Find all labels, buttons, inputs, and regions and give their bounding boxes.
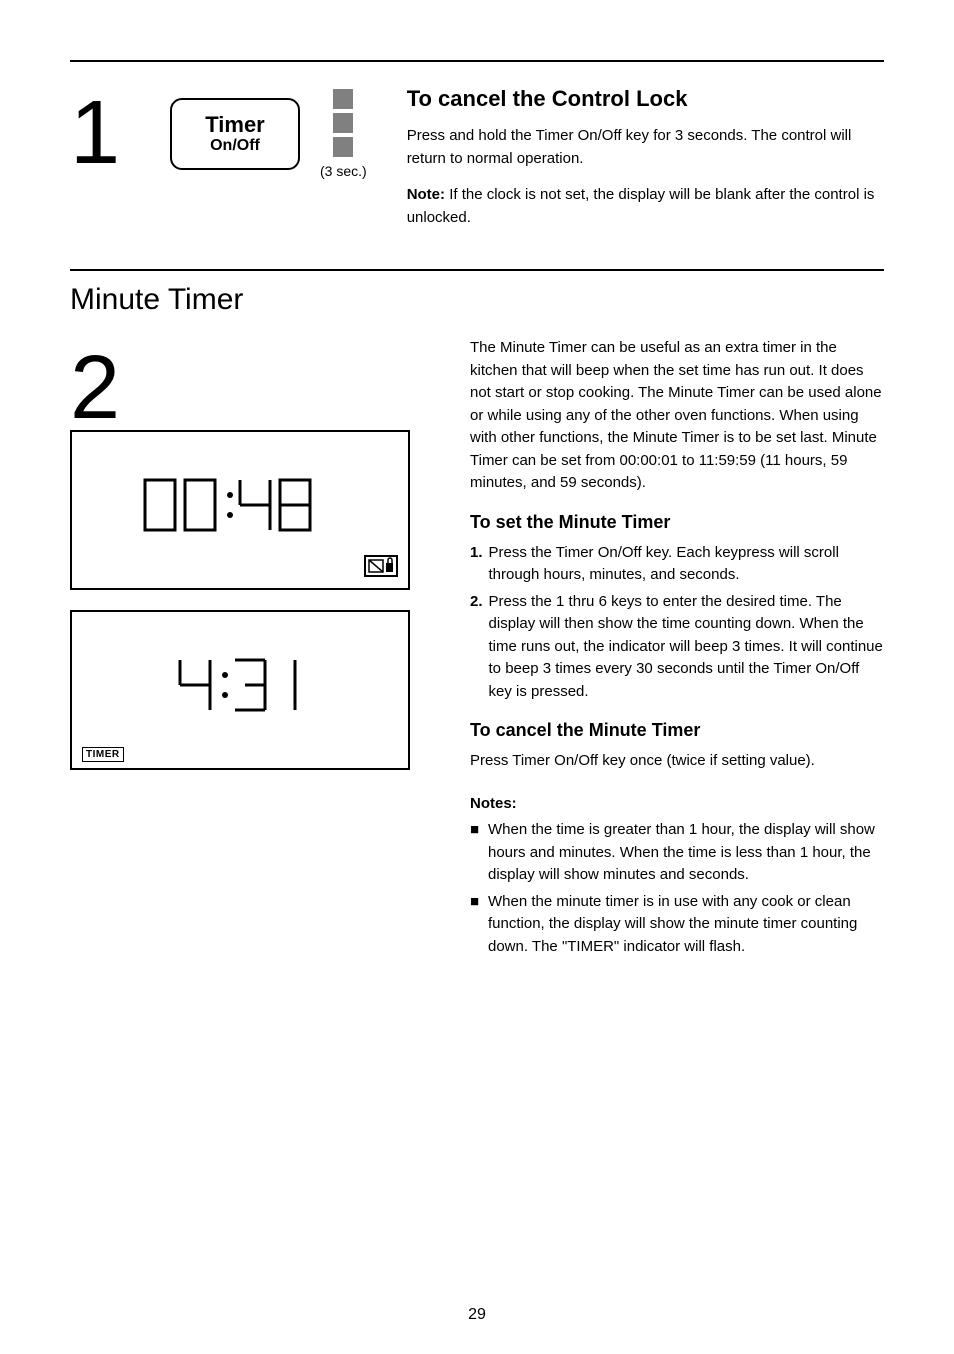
lcd-column: 2 [70,337,430,770]
step-number-1: 1 [70,82,150,185]
note-label: Note: [407,186,445,203]
section-minute-timer: 2 [70,337,884,958]
three-sec-label: (3 sec.) [320,163,367,179]
cancel-timer-body: Press Timer On/Off key once (twice if se… [470,750,884,773]
timer-onoff-button[interactable]: Timer On/Off [170,98,300,170]
divider-top [70,60,884,62]
cancel-lock-text: To cancel the Control Lock Press and hol… [407,82,884,229]
notes-title: Notes: [470,793,884,816]
divider-mid [70,269,884,271]
minute-timer-text: The Minute Timer can be useful as an ext… [470,337,884,958]
cancel-lock-body: Press and hold the Timer On/Off key for … [407,125,884,170]
seven-segment-icon [140,475,340,545]
minute-timer-heading: Minute Timer [70,283,884,317]
minute-timer-intro: The Minute Timer can be useful as an ext… [470,337,884,495]
press-indicator-icon [333,89,353,159]
step-number-2: 2 [70,337,150,440]
set-step-1: 1. Press the Timer On/Off key. Each keyp… [470,542,884,587]
cancel-timer-title: To cancel the Minute Timer [470,717,884,744]
button-label-top: Timer [205,113,265,137]
cancel-lock-title: To cancel the Control Lock [407,82,884,115]
lcd-frame-1: 00:48 [70,430,410,590]
section-cancel-lock: 1 Timer On/Off (3 sec.) To cancel the Co… [70,82,884,229]
seven-segment-icon-2 [140,655,340,725]
note-1: ■ When the time is greater than 1 hour, … [470,819,884,887]
timer-badge: TIMER [82,744,124,762]
button-illustration-row: 1 Timer On/Off (3 sec.) [70,82,367,185]
set-step-2: 2. Press the 1 thru 6 keys to enter the … [470,591,884,704]
note-2: ■ When the minute timer is in use with a… [470,891,884,959]
lcd-frame-2: 4:31 TIMER [70,610,410,770]
note-body: If the clock is not set, the display wil… [407,186,875,226]
page-number: 29 [0,1306,954,1324]
button-label-bottom: On/Off [210,137,260,155]
lock-badge-icon [364,555,398,582]
set-timer-title: To set the Minute Timer [470,509,884,536]
